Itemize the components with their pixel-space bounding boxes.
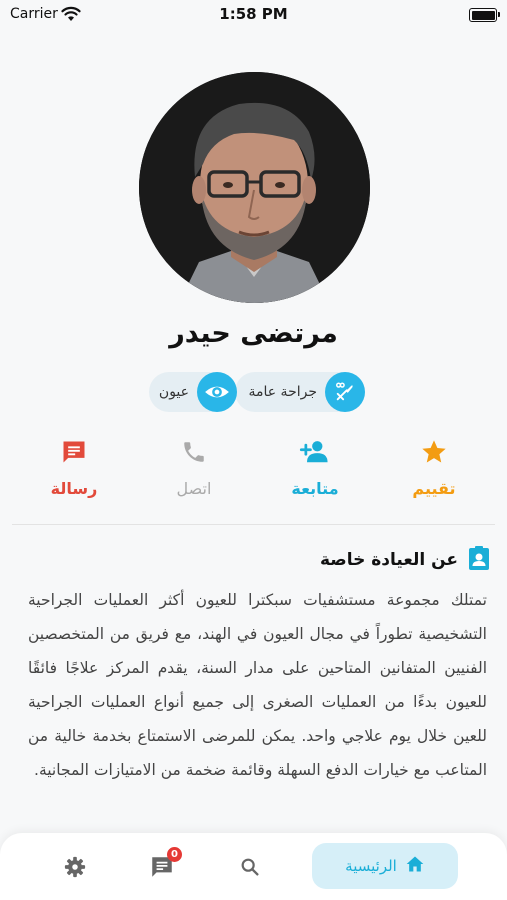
rate-label: تقييم	[412, 479, 456, 498]
specialty-chip-general-surgery[interactable]: جراحة عامة	[235, 372, 365, 412]
star-icon	[394, 435, 474, 469]
message-label: رسالة	[50, 479, 98, 498]
specialty-label: عيون	[158, 384, 189, 400]
contact-card-icon	[467, 545, 491, 575]
rate-button[interactable]: تقييم	[394, 435, 474, 498]
home-icon	[405, 854, 425, 878]
tab-search[interactable]	[236, 853, 264, 881]
gear-icon	[64, 856, 86, 878]
bottom-tab-bar: الرئيسية 0	[0, 833, 507, 900]
tab-settings[interactable]	[61, 853, 89, 881]
status-time: 1:58 PM	[219, 5, 288, 23]
tab-messages[interactable]: 0	[148, 847, 182, 881]
call-button[interactable]: اتصل	[154, 435, 234, 498]
message-button[interactable]: رسالة	[34, 435, 114, 498]
battery-icon	[469, 8, 500, 22]
specialty-chip-eyes[interactable]: عيون	[149, 372, 237, 412]
doctor-avatar	[139, 72, 370, 303]
phone-icon	[154, 435, 234, 469]
doctor-photo	[139, 72, 370, 303]
specialty-label: جراحة عامة	[248, 384, 317, 400]
about-header: عن العيادة خاصة	[320, 545, 491, 575]
call-label: اتصل	[176, 479, 212, 498]
messages-badge: 0	[167, 847, 182, 862]
person-add-icon	[275, 435, 355, 469]
divider	[12, 524, 495, 525]
follow-button[interactable]: متابعة	[275, 435, 355, 498]
eye-icon	[197, 372, 237, 412]
message-icon	[34, 435, 114, 469]
about-description: تمتلك مجموعة مستشفيات سبكترا للعيون أكثر…	[28, 591, 487, 779]
scalpel-icon	[325, 372, 365, 412]
status-bar: Carrier 1:58 PM	[0, 0, 507, 30]
about-title: عن العيادة خاصة	[319, 550, 458, 570]
follow-label: متابعة	[291, 479, 339, 498]
home-label: الرئيسية	[345, 857, 397, 875]
doctor-name: مرتضى حيدر	[169, 318, 338, 349]
search-icon	[241, 858, 259, 876]
tab-home[interactable]: الرئيسية	[312, 843, 458, 889]
